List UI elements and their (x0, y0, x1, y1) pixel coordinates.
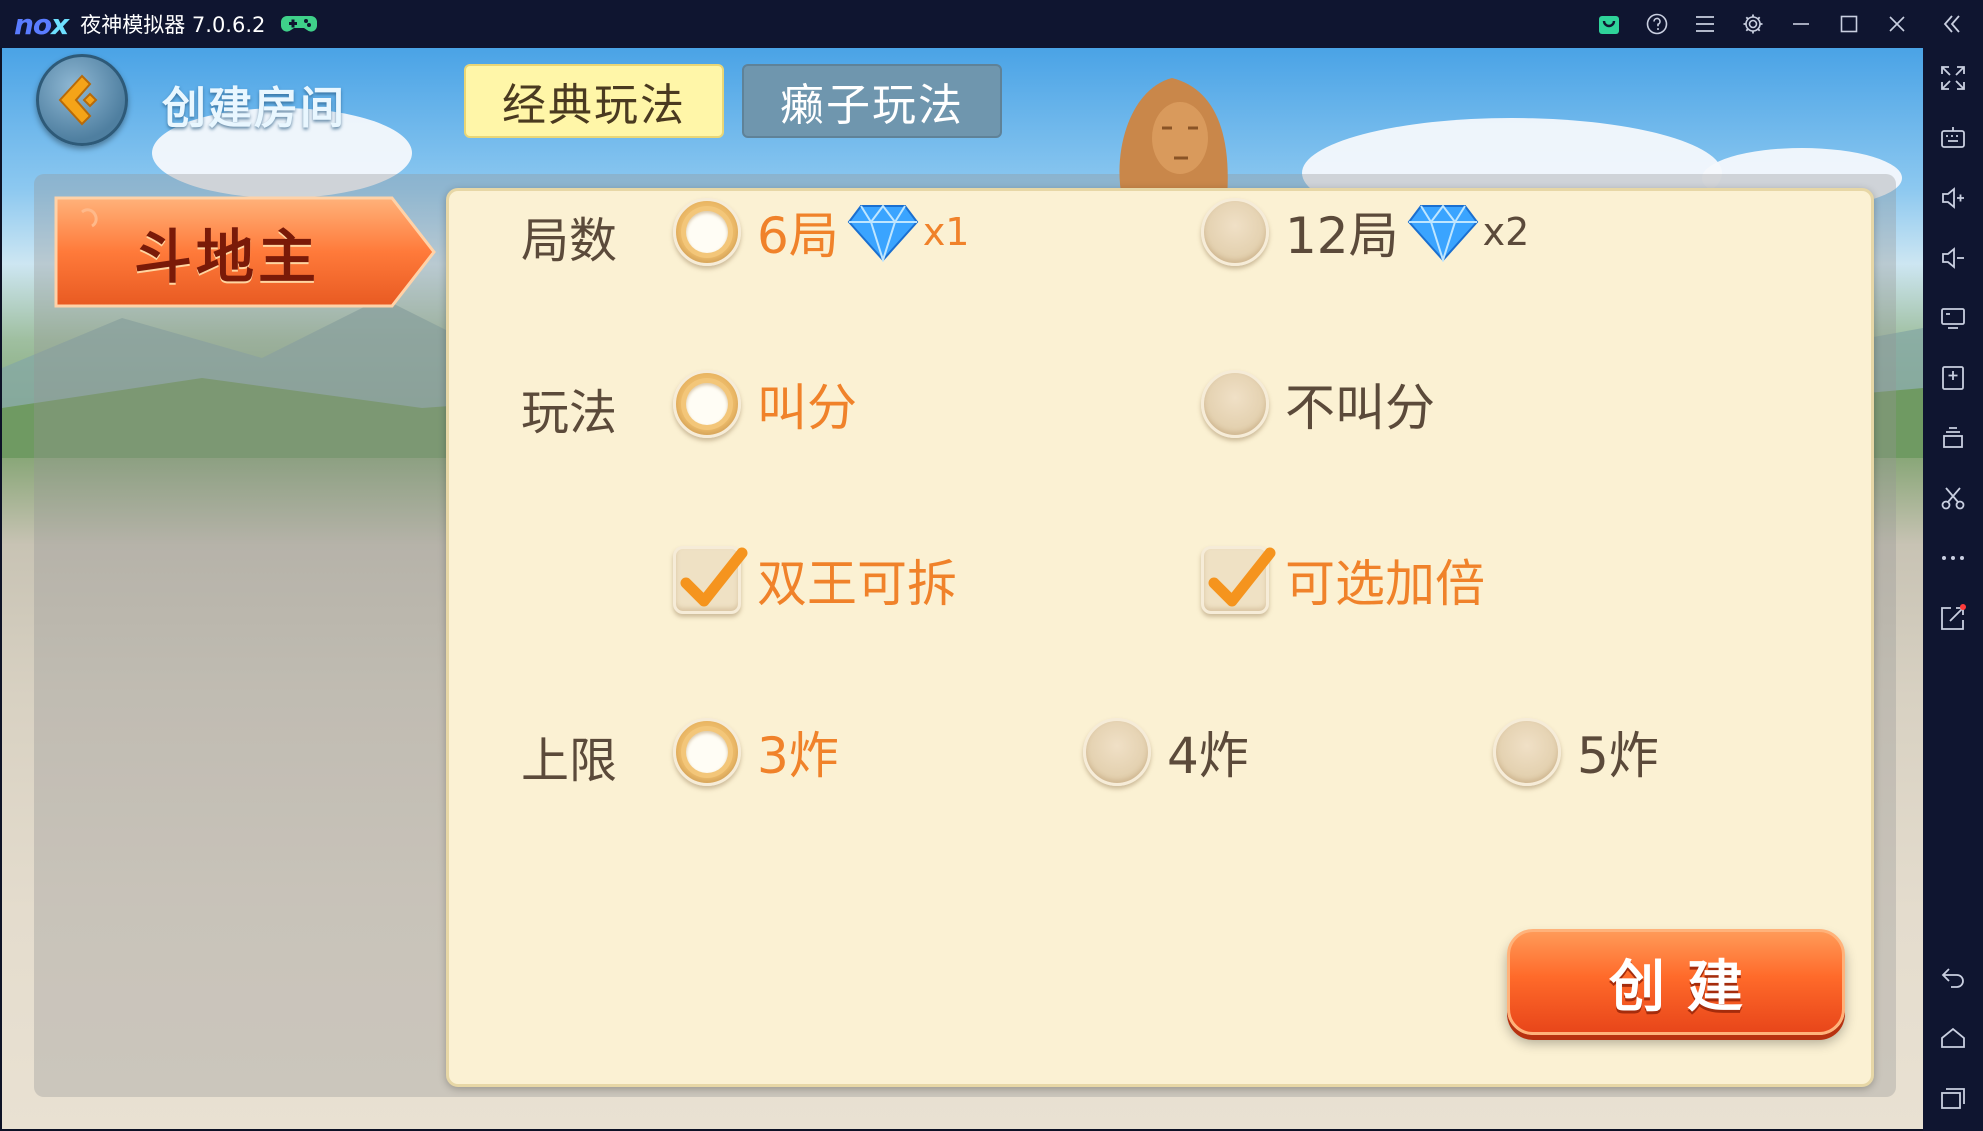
game-type-label: 斗地主 (133, 223, 320, 291)
gamepad-icon[interactable] (281, 12, 318, 36)
volume-up-icon[interactable] (1923, 174, 1983, 222)
option-text: 12局 (1285, 207, 1399, 265)
mode-option-jiaofen[interactable]: 叫分 (673, 367, 857, 441)
option-text: 6局 (757, 207, 839, 265)
cost-multiplier: x1 (922, 210, 970, 254)
keyboard-icon[interactable] (1923, 114, 1983, 162)
create-button-label: 创建 (1609, 954, 1765, 1020)
share-icon[interactable] (1923, 594, 1983, 642)
back-button[interactable] (36, 54, 128, 146)
extra-option-jiabei[interactable]: 可选加倍 (1201, 543, 1485, 617)
rounds-label: 局数 (521, 213, 618, 269)
emulator-titlebar: nox 夜神模拟器 7.0.6.2 (0, 0, 1983, 48)
multi-instance-icon[interactable] (1923, 414, 1983, 462)
radio-unselected[interactable] (1201, 370, 1269, 438)
volume-down-icon[interactable] (1923, 234, 1983, 282)
fullscreen-icon[interactable] (1923, 54, 1983, 102)
checkmark-icon (1208, 547, 1276, 607)
option-text: 叫分 (757, 379, 857, 437)
limit-option-3[interactable]: 3炸 (673, 715, 839, 789)
checkmark-icon (680, 547, 748, 607)
radio-selected[interactable] (673, 718, 741, 786)
options-panel: 局数 6局 x1 12局 x2 玩法 叫分 不叫分 双王可拆 可选加倍 上限 3… (446, 188, 1874, 1087)
checkbox-checked[interactable] (673, 546, 748, 614)
screenshot-icon[interactable] (1923, 474, 1983, 522)
radio-unselected[interactable] (1083, 718, 1151, 786)
close-icon[interactable] (1873, 0, 1921, 48)
store-icon[interactable] (1585, 0, 1633, 48)
back-icon[interactable] (1923, 954, 1983, 1002)
page-title: 创建房间 (162, 83, 346, 134)
recent-apps-icon[interactable] (1923, 1074, 1983, 1122)
statue-decoration (1119, 78, 1228, 198)
limit-option-5[interactable]: 5炸 (1493, 715, 1659, 789)
radio-selected[interactable] (673, 198, 741, 266)
option-text: 3炸 (757, 727, 839, 785)
nox-logo: nox (14, 7, 69, 41)
option-text: 可选加倍 (1285, 555, 1485, 613)
checkbox-checked[interactable] (1201, 546, 1276, 614)
emulator-sidebar (1923, 48, 1983, 1131)
apk-install-icon[interactable] (1923, 354, 1983, 402)
mode-option-bujiaofen[interactable]: 不叫分 (1201, 367, 1435, 441)
option-text: 4炸 (1167, 727, 1249, 785)
tab-classic[interactable]: 经典玩法 (464, 64, 724, 138)
collapse-sidebar-icon[interactable] (1921, 0, 1983, 48)
option-text: 不叫分 (1285, 379, 1435, 437)
radio-selected[interactable] (673, 370, 741, 438)
radio-unselected[interactable] (1201, 198, 1269, 266)
emulator-title: 夜神模拟器 7.0.6.2 (80, 13, 266, 37)
rounds-option-6[interactable]: 6局 x1 (673, 195, 969, 269)
game-type-tab[interactable]: 斗地主 (52, 192, 437, 312)
limit-label: 上限 (521, 733, 618, 789)
settings-icon[interactable] (1729, 0, 1777, 48)
option-text: 5炸 (1577, 727, 1659, 785)
menu-icon[interactable] (1681, 0, 1729, 48)
option-text: 双王可拆 (757, 555, 957, 613)
help-icon[interactable] (1633, 0, 1681, 48)
back-arrow-icon (58, 74, 98, 126)
extra-option-shuangwang[interactable]: 双王可拆 (673, 543, 957, 617)
mode-label: 玩法 (521, 385, 618, 441)
game-viewport: 创建房间 经典玩法 癞子玩法 斗地主 局数 6局 x1 12局 x2 玩法 叫分… (2, 48, 1923, 1129)
minimize-icon[interactable] (1777, 0, 1825, 48)
tab-laizi[interactable]: 癞子玩法 (742, 64, 1002, 138)
more-icon[interactable] (1923, 534, 1983, 582)
create-button[interactable]: 创建 (1507, 929, 1845, 1035)
radio-unselected[interactable] (1493, 718, 1561, 786)
rounds-option-12[interactable]: 12局 x2 (1201, 195, 1529, 269)
maximize-icon[interactable] (1825, 0, 1873, 48)
home-icon[interactable] (1923, 1014, 1983, 1062)
limit-option-4[interactable]: 4炸 (1083, 715, 1249, 789)
diamond-icon (847, 204, 919, 262)
screen-icon[interactable] (1923, 294, 1983, 342)
cost-multiplier: x2 (1482, 210, 1530, 254)
diamond-icon (1407, 204, 1478, 262)
